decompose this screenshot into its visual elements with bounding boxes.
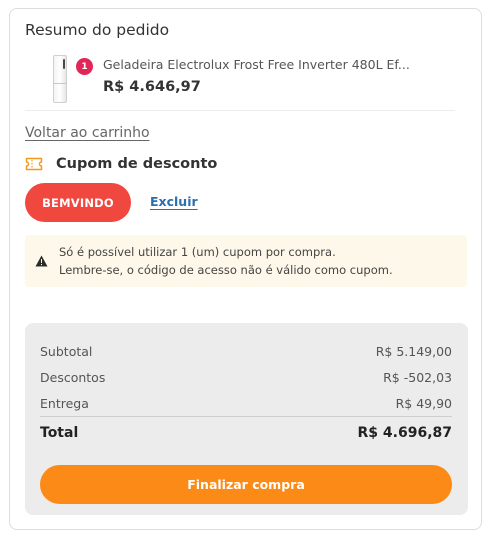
notice-line-2: Lembre-se, o código de acesso não é váli…	[59, 263, 393, 277]
coupon-title: Cupom de desconto	[56, 156, 218, 172]
ticket-icon	[25, 157, 43, 171]
total-label: Total	[40, 425, 79, 441]
notice-text: Só é possível utilizar 1 (um) cupom por …	[59, 243, 393, 279]
total-value: R$ 4.696,87	[357, 425, 452, 441]
order-summary-card: Resumo do pedido 1 Geladeira Electrolux …	[9, 8, 482, 530]
quantity-badge: 1	[76, 58, 93, 75]
warning-icon	[35, 255, 48, 267]
discounts-row: Descontos R$ -502,03	[40, 370, 452, 385]
applied-coupon-code: BEMVINDO	[25, 183, 131, 222]
cart-item: 1 Geladeira Electrolux Frost Free Invert…	[25, 49, 455, 111]
coupon-notice: Só é possível utilizar 1 (um) cupom por …	[25, 235, 467, 287]
shipping-value: R$ 49,90	[395, 396, 452, 411]
remove-coupon-link[interactable]: Excluir	[150, 194, 198, 209]
refrigerator-image	[49, 55, 71, 103]
notice-line-1: Só é possível utilizar 1 (um) cupom por …	[59, 245, 336, 259]
shipping-row: Entrega R$ 49,90	[40, 396, 452, 411]
coupon-header: Cupom de desconto	[25, 156, 217, 172]
totals-panel: Subtotal R$ 5.149,00 Descontos R$ -502,0…	[25, 323, 468, 515]
discounts-value: R$ -502,03	[383, 370, 452, 385]
product-price: R$ 4.646,97	[103, 79, 201, 95]
product-name: Geladeira Electrolux Frost Free Inverter…	[103, 57, 410, 72]
back-to-cart-link[interactable]: Voltar ao carrinho	[25, 125, 150, 141]
shipping-label: Entrega	[40, 396, 89, 411]
discounts-label: Descontos	[40, 370, 106, 385]
checkout-button[interactable]: Finalizar compra	[40, 465, 452, 504]
subtotal-row: Subtotal R$ 5.149,00	[40, 344, 452, 359]
order-summary-title: Resumo do pedido	[25, 21, 170, 39]
subtotal-value: R$ 5.149,00	[375, 344, 452, 359]
totals-divider	[40, 416, 452, 417]
total-row: Total R$ 4.696,87	[40, 425, 452, 441]
subtotal-label: Subtotal	[40, 344, 93, 359]
